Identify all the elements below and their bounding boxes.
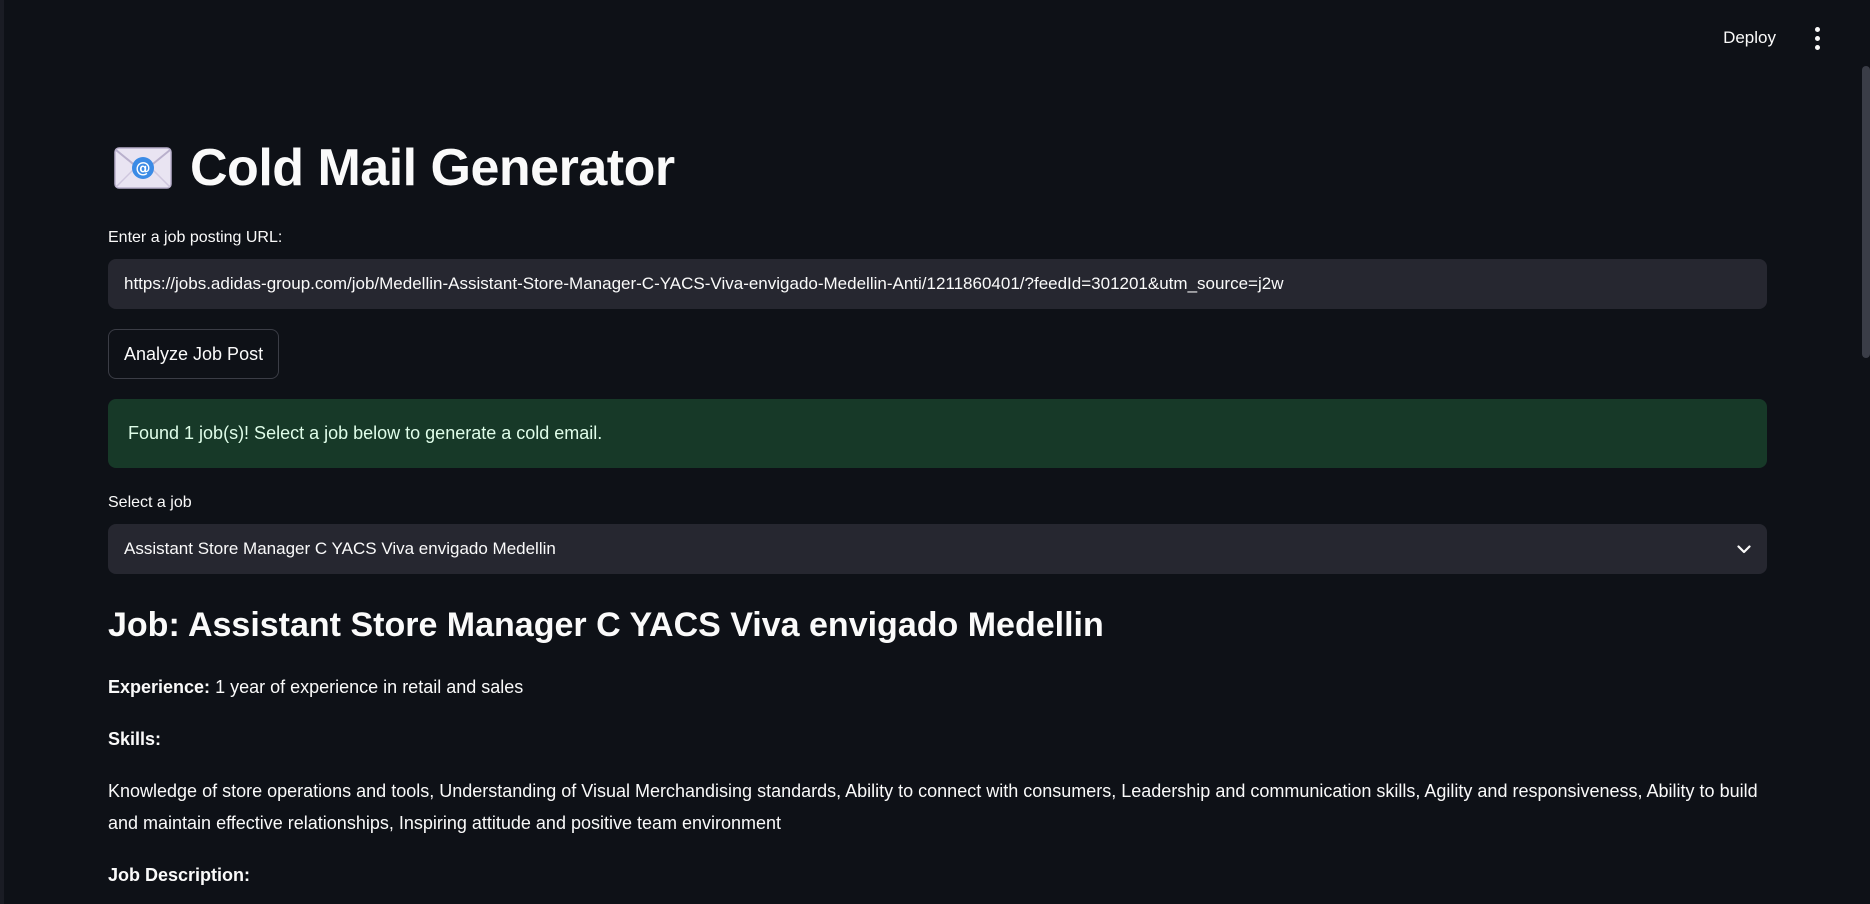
vertical-ellipsis-icon[interactable] xyxy=(1808,24,1826,52)
analyze-job-post-button[interactable]: Analyze Job Post xyxy=(108,329,280,379)
scrollbar-thumb[interactable] xyxy=(1862,66,1870,358)
svg-text:@: @ xyxy=(136,159,151,177)
page-header: @ Cold Mail Generator xyxy=(114,138,675,198)
job-description-label: Job Description: xyxy=(108,865,251,885)
experience-line: Experience: 1 year of experience in reta… xyxy=(108,671,1767,703)
envelope-icon: @ xyxy=(114,146,172,190)
top-toolbar: Deploy xyxy=(1713,0,1870,76)
app-window: Deploy @ Cold Mail Generator Enter a job… xyxy=(0,0,1870,904)
deploy-button[interactable]: Deploy xyxy=(1713,22,1786,54)
success-alert-text: Found 1 job(s)! Select a job below to ge… xyxy=(128,423,603,443)
url-input-label: Enter a job posting URL: xyxy=(108,229,283,246)
experience-label: Experience: xyxy=(108,677,211,697)
job-url-input[interactable] xyxy=(108,259,1767,309)
page-title: Cold Mail Generator xyxy=(190,139,675,197)
job-select-dropdown[interactable]: Assistant Store Manager C YACS Viva envi… xyxy=(108,524,1767,574)
job-select-value: Assistant Store Manager C YACS Viva envi… xyxy=(124,539,556,558)
job-select-label: Select a job xyxy=(108,494,192,511)
chevron-down-icon xyxy=(1737,542,1751,556)
job-heading: Job: Assistant Store Manager C YACS Viva… xyxy=(108,606,1104,644)
skills-label: Skills: xyxy=(108,729,162,749)
skills-value: Knowledge of store operations and tools,… xyxy=(108,781,1758,833)
success-alert: Found 1 job(s)! Select a job below to ge… xyxy=(108,399,1767,468)
experience-value: 1 year of experience in retail and sales xyxy=(215,677,524,697)
